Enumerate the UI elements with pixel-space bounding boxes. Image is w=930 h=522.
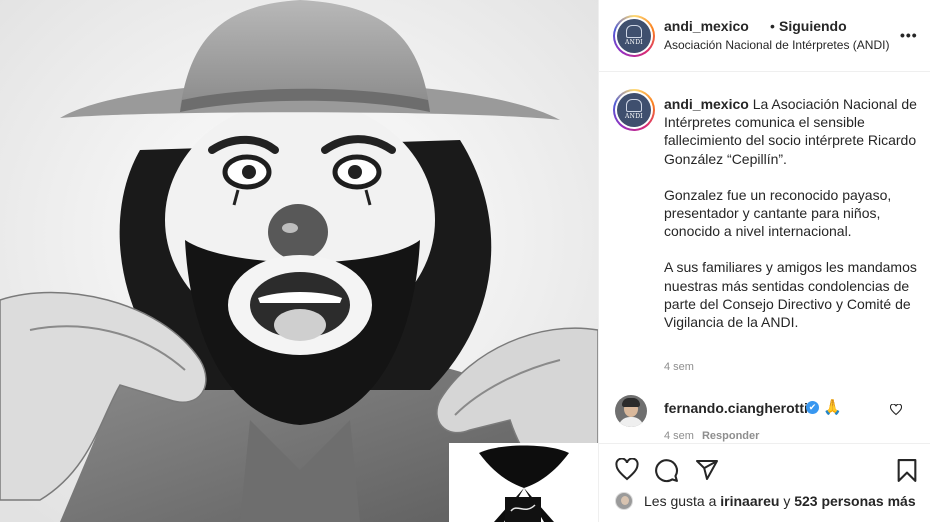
liker-avatar[interactable] (615, 492, 633, 510)
comment-timestamp[interactable]: 4 sem (664, 430, 694, 442)
likes-text: Les gusta a irinaareu y 523 personas más (644, 493, 916, 509)
post-header: ANDI andi_mexico • Siguiendo Asociación … (599, 0, 930, 72)
comment-bubble-icon[interactable] (654, 458, 679, 483)
mourning-ribbon-icon (479, 445, 569, 522)
more-options-icon[interactable]: ••• (900, 27, 918, 43)
caption-timestamp[interactable]: 4 sem (664, 361, 694, 373)
andi-logo: ANDI (617, 93, 651, 127)
paper-plane-icon[interactable] (695, 458, 719, 482)
comment-text: 🙏 (823, 399, 842, 416)
caption-paragraph-3: A sus familiares y amigos les mandamos n… (664, 259, 917, 331)
post-sidebar: ANDI andi_mexico • Siguiendo Asociación … (598, 0, 930, 522)
andi-logo-text: ANDI (625, 113, 643, 120)
andi-logo-text: ANDI (625, 39, 643, 46)
likes-joiner: y (783, 493, 791, 509)
comments-panel[interactable]: ANDI andi_mexico La Asociación Nacional … (599, 73, 930, 443)
comment-meta: 4 sem Responder (664, 430, 759, 442)
caption-text: andi_mexico La Asociación Nacional de In… (664, 95, 926, 349)
liker-username-link[interactable]: irinaareu (720, 493, 779, 509)
bookmark-icon[interactable] (896, 458, 918, 483)
caption-username-link[interactable]: andi_mexico (664, 96, 749, 112)
mourning-ribbon-badge (449, 443, 598, 522)
commenter-avatar[interactable] (615, 395, 647, 427)
verified-badge-icon: ✔ (806, 401, 819, 414)
commenter-username-link[interactable]: fernando.ciangherotti (664, 400, 808, 416)
following-button[interactable]: Siguiendo (779, 18, 847, 34)
heart-icon[interactable] (614, 458, 640, 482)
author-avatar[interactable]: ANDI (613, 15, 655, 57)
header-separator: • (770, 18, 775, 34)
caption-paragraph-2: Gonzalez fue un reconocido payaso, prese… (664, 186, 892, 240)
reply-button[interactable]: Responder (702, 430, 759, 442)
likes-prefix: Les gusta a (644, 493, 717, 509)
andi-logo-mark-icon (626, 25, 642, 38)
post-image[interactable] (0, 0, 598, 522)
author-subtitle-link[interactable]: Asociación Nacional de Intérpretes (ANDI… (664, 38, 889, 52)
caption-avatar[interactable]: ANDI (613, 89, 655, 131)
post-actions: Les gusta a irinaareu y 523 personas más (599, 443, 930, 522)
andi-logo: ANDI (617, 19, 651, 53)
small-heart-icon[interactable] (890, 404, 902, 416)
likes-count-link[interactable]: 523 personas más (794, 493, 915, 509)
andi-logo-mark-icon (626, 99, 642, 112)
author-username-link[interactable]: andi_mexico (664, 18, 749, 34)
